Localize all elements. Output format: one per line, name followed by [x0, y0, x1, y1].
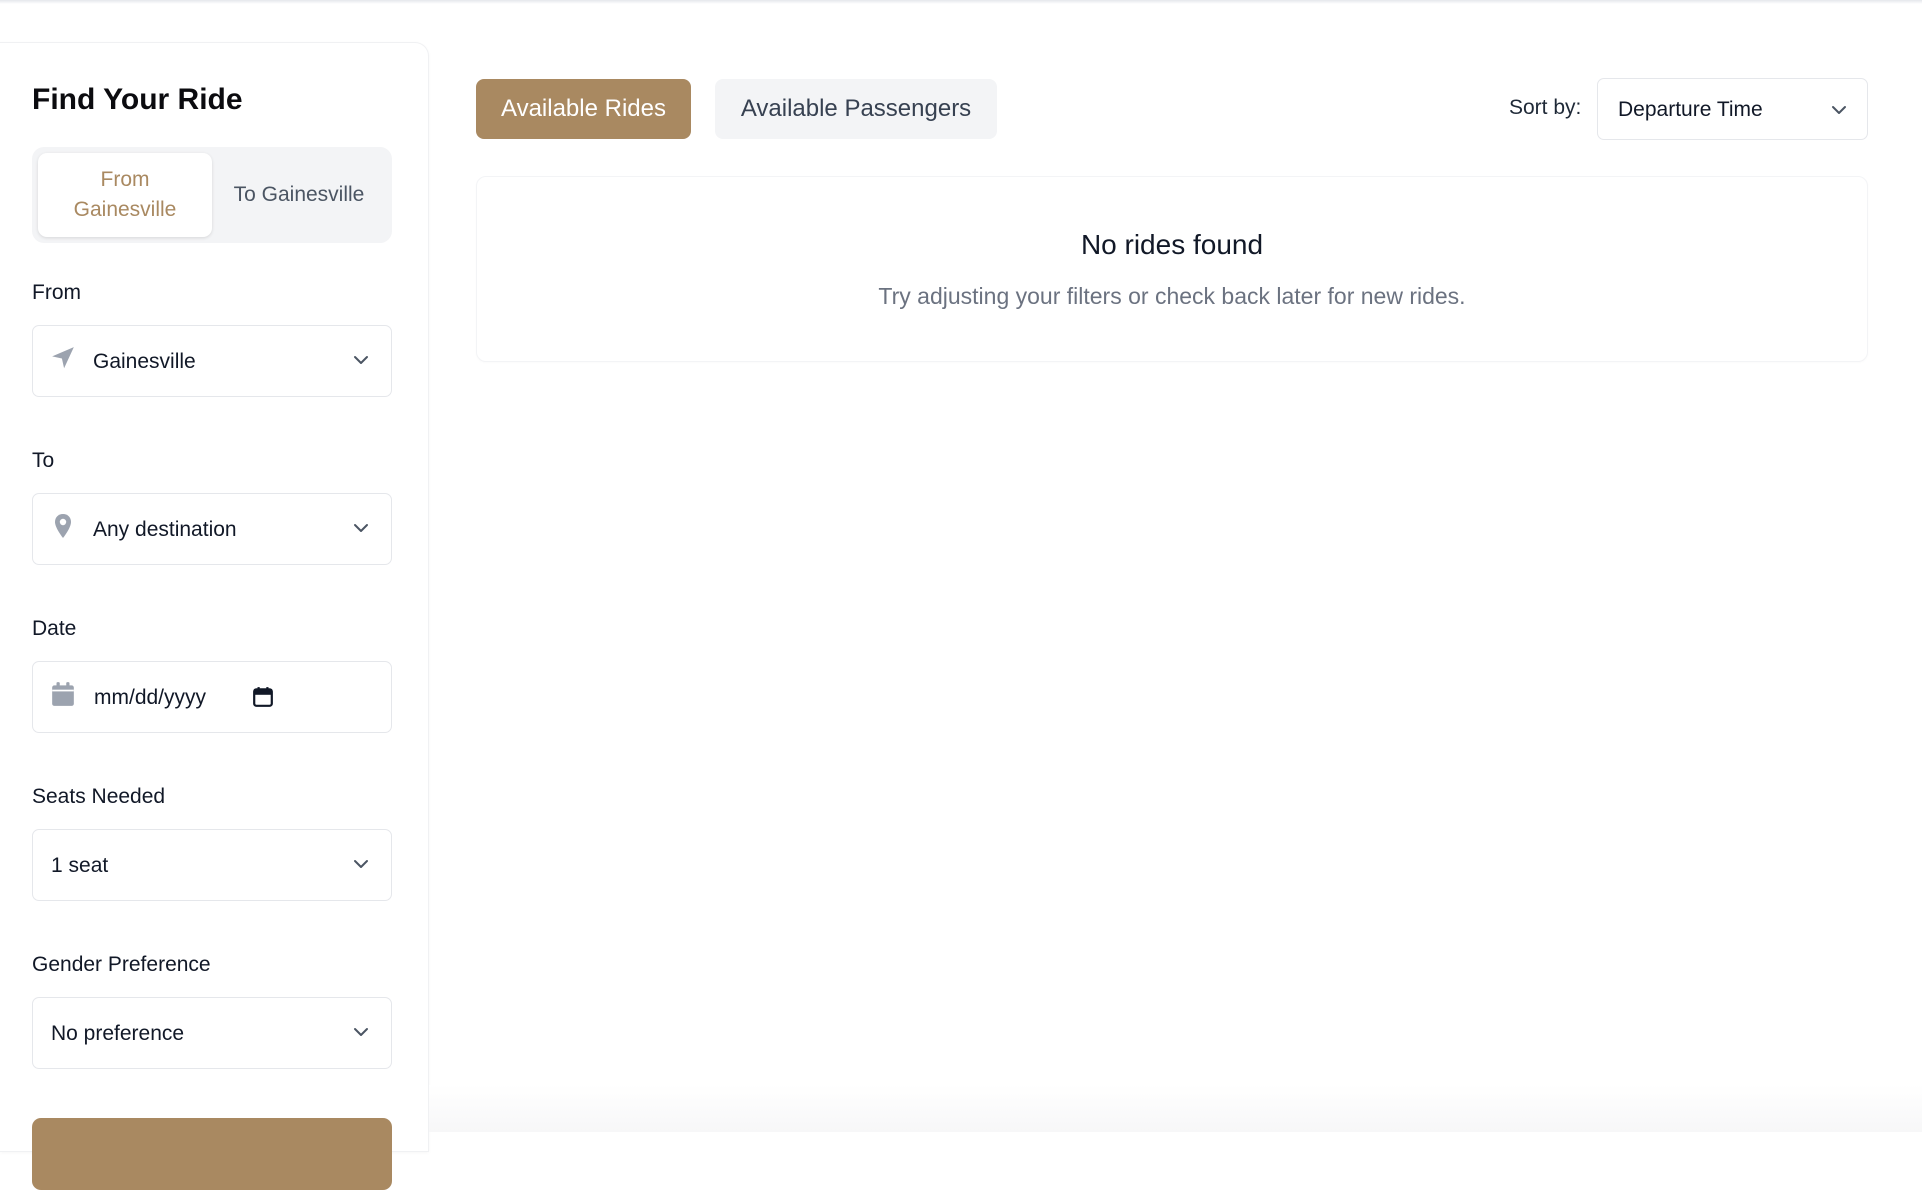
sort-label: Sort by: [1509, 96, 1582, 119]
to-value: Any destination [93, 518, 237, 541]
empty-state-title: No rides found [1080, 229, 1264, 260]
seats-select[interactable]: 1 seat [32, 829, 392, 901]
sidebar-title: Find Your Ride [32, 83, 243, 116]
map-pin-icon [49, 512, 77, 540]
date-placeholder: mm/dd/yyyy [94, 686, 207, 709]
sort-select[interactable]: Departure Time [1597, 78, 1868, 140]
navigation-arrow-icon [49, 344, 77, 372]
top-divider [0, 0, 1922, 4]
seats-label: Seats Needed [32, 785, 166, 808]
sort-value: Departure Time [1618, 98, 1763, 121]
calendar-icon [49, 680, 77, 708]
direction-to-gainesville[interactable]: To Gainesville [212, 153, 386, 237]
to-select[interactable]: Any destination [32, 493, 392, 565]
from-value: Gainesville [93, 350, 196, 373]
gender-label: Gender Preference [32, 953, 211, 976]
empty-state-card: No rides found Try adjusting your filter… [476, 176, 1868, 362]
seats-value: 1 seat [51, 854, 109, 877]
gender-value: No preference [51, 1022, 185, 1045]
from-label: From [32, 281, 81, 304]
chevron-down-icon [1832, 106, 1846, 114]
chevron-down-icon [354, 1028, 368, 1036]
date-label: Date [32, 617, 77, 640]
chevron-down-icon [354, 860, 368, 868]
tab-available-rides[interactable]: Available Rides [476, 79, 691, 139]
to-label: To [32, 449, 55, 472]
search-rides-button[interactable] [32, 1118, 392, 1190]
tab-available-passengers[interactable]: Available Passengers [715, 79, 997, 139]
gender-select[interactable]: No preference [32, 997, 392, 1069]
direction-toggle: From Gainesville To Gainesville [32, 147, 392, 243]
chevron-down-icon [354, 356, 368, 364]
bottom-fade [429, 1085, 1922, 1132]
empty-state-subtitle: Try adjusting your filters or check back… [878, 283, 1466, 309]
date-picker-icon[interactable] [252, 686, 274, 708]
from-select[interactable]: Gainesville [32, 325, 392, 397]
date-input[interactable]: mm/dd/yyyy [32, 661, 392, 733]
chevron-down-icon [354, 524, 368, 532]
direction-from-gainesville[interactable]: From Gainesville [38, 153, 212, 237]
filter-sidebar: Find Your Ride From Gainesville To Gaine… [0, 42, 429, 1190]
